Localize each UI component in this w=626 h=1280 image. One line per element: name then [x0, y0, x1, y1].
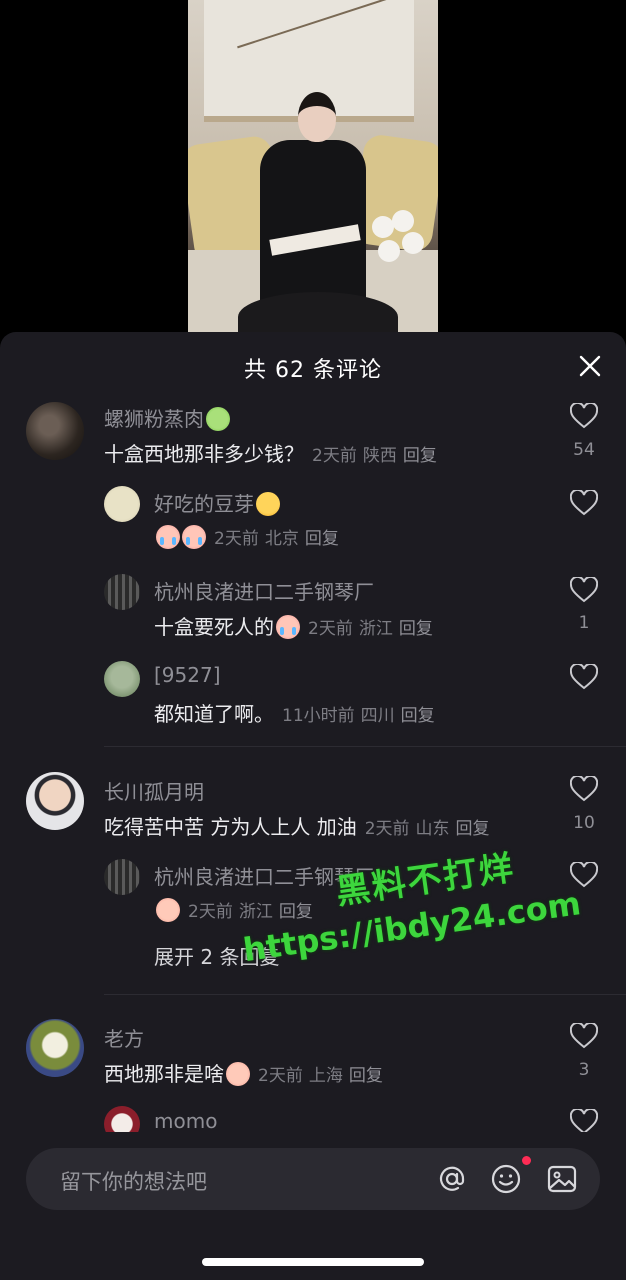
input-placeholder: 留下你的想法吧 — [60, 1170, 207, 1194]
comment-input[interactable]: 留下你的想法吧 — [26, 1148, 600, 1210]
author-name[interactable]: momo — [154, 1109, 217, 1132]
home-indicator[interactable] — [202, 1258, 424, 1266]
image-icon[interactable] — [546, 1163, 578, 1195]
notification-dot — [522, 1156, 531, 1165]
smiley-icon[interactable] — [490, 1163, 522, 1195]
at-icon[interactable] — [436, 1163, 468, 1195]
heart-outline-icon[interactable] — [570, 1109, 598, 1132]
avatar[interactable] — [104, 1106, 140, 1132]
reply-item: momo — [0, 0, 626, 1132]
